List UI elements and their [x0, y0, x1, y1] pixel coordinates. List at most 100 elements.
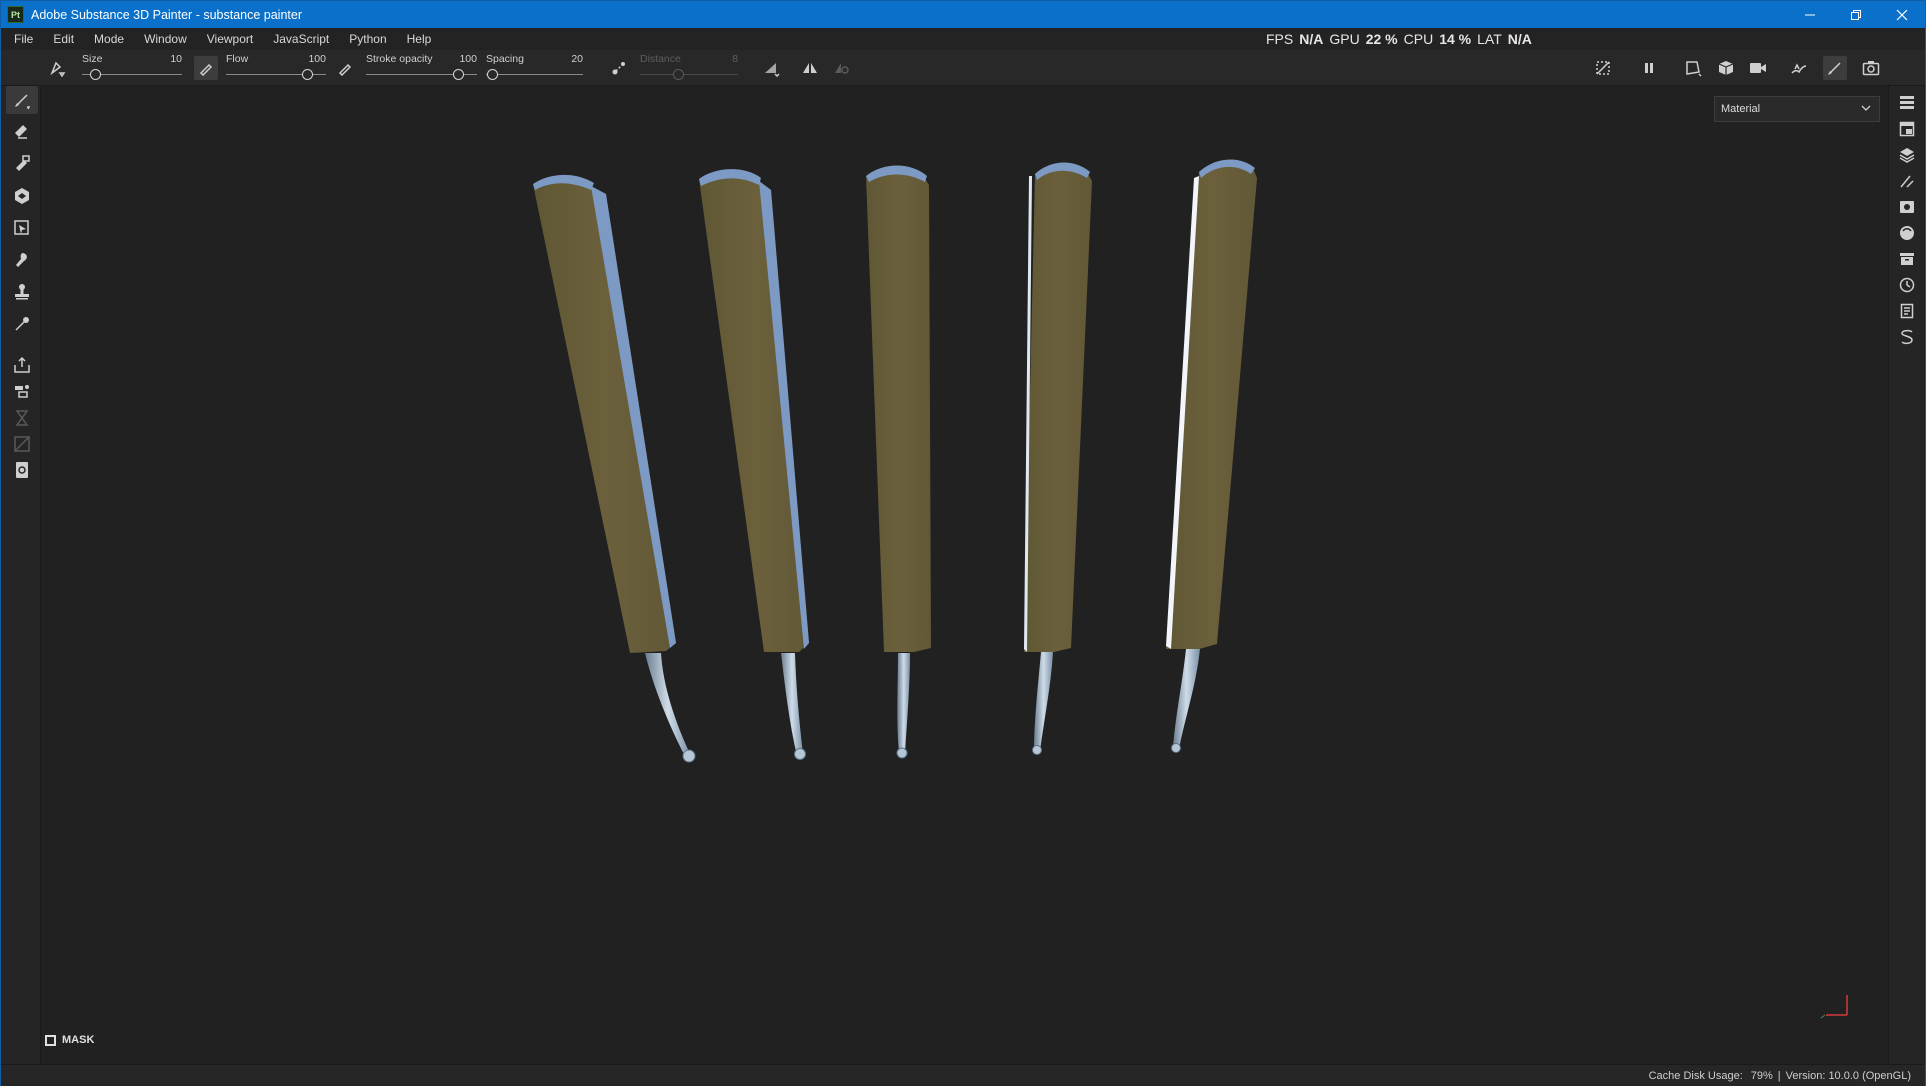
assets-button[interactable]	[1895, 246, 1919, 272]
minimize-button[interactable]	[1787, 1, 1833, 28]
distance-handle[interactable]	[673, 69, 685, 80]
pen-pressure-icon	[338, 63, 352, 76]
lighting-button[interactable]	[1787, 56, 1811, 80]
stylus-tool-3[interactable]	[866, 165, 931, 759]
flow-slider[interactable]: Flow 100	[226, 50, 326, 86]
chevron-down-icon	[1861, 105, 1871, 111]
polygon-fill-tool[interactable]	[6, 214, 38, 242]
menu-python[interactable]: Python	[339, 32, 396, 46]
spacing-handle[interactable]	[487, 69, 499, 80]
2d-view-icon	[1686, 61, 1702, 77]
brush-preset-button[interactable]	[45, 56, 69, 80]
alignment-icon	[765, 63, 780, 77]
export-icon	[14, 356, 30, 373]
view-2d-button[interactable]	[1681, 56, 1705, 80]
spacing-slider[interactable]: Spacing 20	[486, 50, 583, 86]
cube-icon	[1718, 61, 1734, 75]
substance-source-button[interactable]	[1895, 324, 1919, 350]
stylus-tool-1[interactable]	[533, 174, 696, 763]
hourglass-icon	[15, 410, 29, 426]
viewer-settings-tool[interactable]	[6, 456, 38, 484]
uv-tool-disabled[interactable]	[6, 430, 38, 458]
bake-tool[interactable]	[6, 351, 38, 379]
distance-slider[interactable]: Distance 8	[640, 50, 738, 86]
geometry-fill-tool[interactable]	[6, 182, 38, 210]
layers-button[interactable]	[1895, 142, 1919, 168]
texture-set-settings-button[interactable]	[1895, 116, 1919, 142]
spacing-track	[486, 74, 583, 75]
clone-tool[interactable]	[6, 278, 38, 306]
spacing-label: Spacing	[486, 53, 524, 65]
version-text: Version: 10.0.0 (OpenGL)	[1785, 1069, 1911, 1082]
window-title: Adobe Substance 3D Painter - substance p…	[31, 7, 303, 22]
pause-render-button[interactable]	[1637, 56, 1661, 80]
menu-window[interactable]: Window	[134, 32, 197, 46]
eraser-tool[interactable]	[6, 118, 38, 146]
left-toolbar	[2, 86, 41, 1064]
viewport-channel-dropdown[interactable]: Material	[1714, 96, 1880, 122]
performance-readout: FPS N/A GPU 22 % CPU 14 % LAT N/A	[1266, 28, 1532, 50]
viewport-scene[interactable]	[41, 86, 1890, 1064]
log-button[interactable]	[1895, 298, 1919, 324]
viewport-channel-value: Material	[1721, 103, 1761, 115]
minimize-icon	[1805, 14, 1815, 15]
display-settings-button[interactable]	[1895, 194, 1919, 220]
menu-help[interactable]: Help	[397, 32, 442, 46]
tool-options-bar: Size 10 Flow 100 Stroke opacity 100 Spac…	[1, 50, 1925, 86]
material-picker-tool[interactable]	[6, 310, 38, 338]
archive-icon	[1900, 253, 1914, 265]
flow-handle[interactable]	[302, 69, 313, 80]
properties-button[interactable]	[1895, 168, 1919, 194]
close-button[interactable]	[1879, 1, 1925, 28]
3d-viewport[interactable]: Material MASK	[41, 86, 1890, 1064]
restore-button[interactable]	[1833, 1, 1879, 28]
flow-pressure-button[interactable]	[194, 56, 218, 80]
display-settings-icon	[1900, 201, 1914, 213]
restore-icon	[1851, 9, 1861, 20]
list-icon	[1900, 96, 1914, 109]
paint-tool[interactable]	[6, 86, 38, 114]
hide-ui-button[interactable]	[1591, 56, 1615, 80]
stylus-tool-5[interactable]	[1166, 159, 1257, 753]
camera-settings-button[interactable]	[1746, 56, 1770, 80]
stroke-opacity-handle[interactable]	[453, 69, 464, 80]
symmetry-icon	[803, 63, 817, 73]
brush-icon	[15, 94, 31, 110]
stylus-tool-2[interactable]	[699, 169, 809, 760]
view-3d-button[interactable]	[1714, 56, 1738, 80]
stylus-tool-4[interactable]	[1024, 162, 1092, 755]
size-handle[interactable]	[89, 69, 101, 80]
screenshot-button[interactable]	[1859, 56, 1883, 80]
size-slider[interactable]: Size 10	[82, 50, 182, 86]
gpu-value: 22 %	[1365, 31, 1398, 47]
texture-settings-icon	[1899, 121, 1915, 137]
lazy-mouse-button[interactable]	[607, 56, 631, 80]
geometry-fill-icon	[15, 188, 29, 204]
menu-mode[interactable]: Mode	[84, 32, 134, 46]
paint-mode-button[interactable]	[1823, 56, 1847, 80]
fill-tool-disabled[interactable]	[6, 404, 38, 432]
shader-settings-button[interactable]	[1895, 220, 1919, 246]
cpu-label: CPU	[1403, 31, 1434, 47]
right-toolbar	[1888, 86, 1924, 1064]
mask-checkbox[interactable]	[45, 1034, 56, 1046]
texture-set-list-button[interactable]	[1895, 90, 1919, 116]
menu-edit[interactable]: Edit	[43, 32, 84, 46]
menu-file[interactable]: File	[1, 32, 43, 46]
symmetry-settings-button[interactable]	[830, 56, 854, 80]
stroke-opacity-label: Stroke opacity	[366, 53, 433, 65]
opacity-pressure-button[interactable]	[333, 56, 357, 80]
texture-set-tool[interactable]	[6, 377, 38, 405]
projection-tool[interactable]	[6, 150, 38, 178]
menu-javascript[interactable]: JavaScript	[263, 32, 339, 46]
status-separator: |	[1777, 1069, 1781, 1082]
smudge-tool[interactable]	[6, 246, 38, 274]
alignment-button[interactable]	[759, 56, 783, 80]
symmetry-button[interactable]	[798, 56, 822, 80]
menu-viewport[interactable]: Viewport	[197, 32, 263, 46]
stroke-opacity-slider[interactable]: Stroke opacity 100	[366, 50, 477, 86]
size-value: 10	[170, 53, 182, 65]
lazy-mouse-icon	[612, 62, 625, 75]
history-button[interactable]	[1895, 272, 1919, 298]
mask-toggle[interactable]: MASK	[45, 1034, 94, 1046]
